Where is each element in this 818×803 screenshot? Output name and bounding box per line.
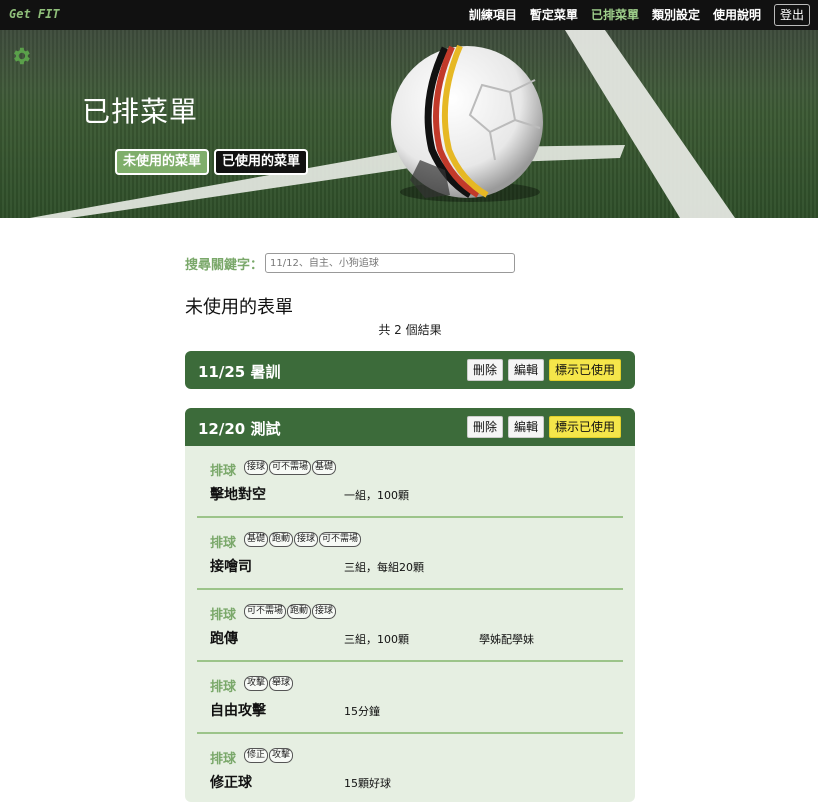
list-item: 排球 修正 攻擊 修正球 15顆好球 [197, 734, 623, 802]
menu-items-list: 排球 接球 可不需場 基礎 擊地對空 一組，100顆 排球 基礎 跑動 接球 可… [185, 446, 635, 802]
hero-banner: 已排菜單 未使用的菜單 已使用的菜單 [0, 30, 818, 218]
tag-badge: 攻擊 [244, 676, 269, 691]
list-item: 排球 基礎 跑動 接球 可不需場 接噲司 三組，每組20顆 [197, 518, 623, 590]
delete-button[interactable]: 刪除 [466, 359, 503, 381]
item-tags: 可不需場 跑動 接球 [244, 604, 337, 619]
search-label: 搜尋關鍵字： [185, 257, 264, 273]
nav-item-category-settings[interactable]: 類別設定 [652, 4, 700, 26]
item-amount: 三組，每組20顆 [344, 561, 424, 574]
item-amount: 三組，100顆 [344, 633, 409, 646]
tag-badge: 可不需場 [319, 532, 362, 547]
item-tags: 攻擊 舉球 [244, 676, 294, 691]
item-sport: 排球 [210, 608, 237, 623]
list-item: 排球 可不需場 跑動 接球 跑傳 三組，100顆 學姊配學妹 [197, 590, 623, 662]
item-name: 跑傳 [210, 631, 238, 647]
nav-item-scheduled-menu[interactable]: 已排菜單 [591, 4, 639, 26]
delete-button[interactable]: 刪除 [466, 416, 503, 438]
list-item: 排球 接球 可不需場 基礎 擊地對空 一組，100顆 [197, 446, 623, 518]
item-sport: 排球 [210, 464, 237, 479]
tag-badge: 基礎 [244, 532, 269, 547]
tag-badge: 舉球 [269, 676, 294, 691]
brand-logo[interactable]: Get FIT [9, 7, 60, 21]
nav-menu: 訓練項目 暫定菜單 已排菜單 類別設定 使用說明 登出 [456, 4, 810, 26]
menu-card-header[interactable]: 12/20 測試 刪除 編輯 標示已使用 [185, 408, 635, 446]
mark-used-button[interactable]: 標示已使用 [548, 416, 621, 438]
soccer-ball-icon [391, 44, 543, 199]
top-navbar: Get FIT 訓練項目 暫定菜單 已排菜單 類別設定 使用說明 登出 [0, 0, 818, 30]
tag-badge: 修正 [244, 748, 269, 763]
result-count: 共 2 個結果 [378, 323, 442, 337]
menu-title: 12/20 測試 [198, 420, 281, 438]
search-row: 搜尋關鍵字： [185, 253, 516, 273]
tag-badge: 接球 [294, 532, 319, 547]
item-name: 接噲司 [210, 559, 252, 575]
search-input[interactable] [265, 253, 516, 273]
tag-badge: 接球 [244, 460, 269, 475]
menu-card: 11/25 暑訓 刪除 編輯 標示已使用 [185, 351, 635, 389]
page-title: 已排菜單 [82, 95, 199, 128]
tab-used-menus[interactable]: 已使用的菜單 [214, 149, 309, 175]
tab-unused-menus[interactable]: 未使用的菜單 [115, 149, 210, 175]
list-item: 排球 攻擊 舉球 自由攻擊 15分鐘 [197, 662, 623, 734]
item-tags: 基礎 跑動 接球 可不需場 [244, 532, 362, 547]
item-name: 擊地對空 [210, 487, 266, 503]
item-name: 自由攻擊 [210, 703, 266, 719]
mark-used-button[interactable]: 標示已使用 [548, 359, 621, 381]
gear-icon[interactable] [10, 45, 32, 67]
item-amount: 15顆好球 [344, 777, 391, 790]
tag-badge: 接球 [312, 604, 337, 619]
menu-card: 12/20 測試 刪除 編輯 標示已使用 排球 接球 可不需場 基礎 擊地對空 … [185, 408, 635, 802]
tag-badge: 可不需場 [269, 460, 312, 475]
tag-badge: 基礎 [312, 460, 337, 475]
menu-actions: 刪除 編輯 標示已使用 [462, 359, 621, 381]
tag-badge: 跑動 [287, 604, 312, 619]
nav-item-help[interactable]: 使用說明 [713, 4, 761, 26]
item-amount: 15分鐘 [344, 705, 380, 718]
tag-badge: 跑動 [269, 532, 294, 547]
item-sport: 排球 [210, 536, 237, 551]
nav-item-draft-menu[interactable]: 暫定菜單 [530, 4, 578, 26]
logout-button[interactable]: 登出 [773, 4, 810, 26]
menu-card-header[interactable]: 11/25 暑訓 刪除 編輯 標示已使用 [185, 351, 635, 389]
item-sport: 排球 [210, 752, 237, 767]
tag-badge: 可不需場 [244, 604, 287, 619]
item-tags: 接球 可不需場 基礎 [244, 460, 337, 475]
edit-button[interactable]: 編輯 [507, 416, 544, 438]
section-title: 未使用的表單 [185, 297, 293, 318]
nav-item-training[interactable]: 訓練項目 [469, 4, 517, 26]
item-name: 修正球 [210, 775, 252, 791]
item-note: 學姊配學妹 [479, 633, 534, 646]
item-sport: 排球 [210, 680, 237, 695]
item-amount: 一組，100顆 [344, 489, 409, 502]
menu-title: 11/25 暑訓 [198, 363, 281, 381]
tag-badge: 攻擊 [269, 748, 294, 763]
menu-actions: 刪除 編輯 標示已使用 [462, 416, 621, 438]
item-tags: 修正 攻擊 [244, 748, 294, 763]
edit-button[interactable]: 編輯 [507, 359, 544, 381]
